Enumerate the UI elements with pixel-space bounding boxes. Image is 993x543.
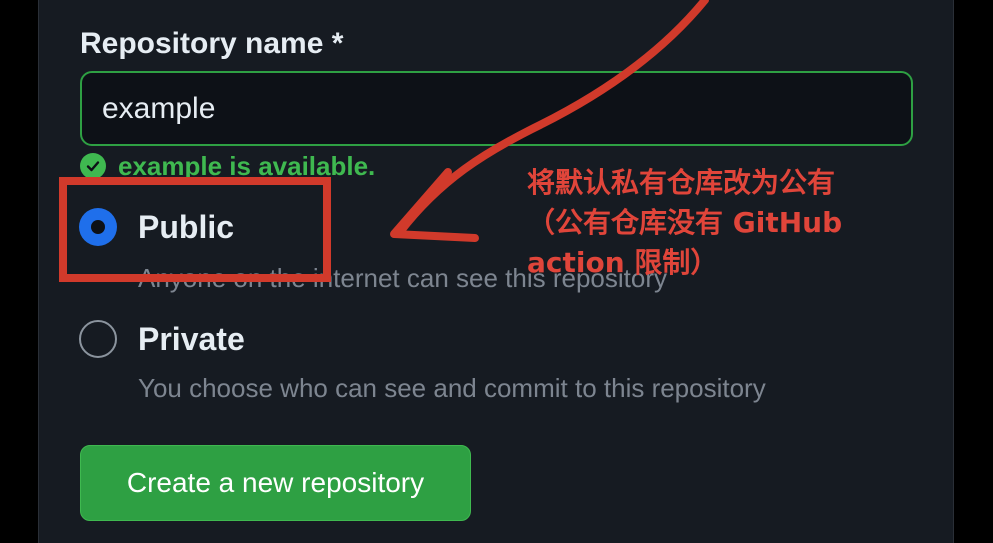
create-repository-button[interactable]: Create a new repository — [80, 445, 471, 521]
repository-name-input[interactable] — [80, 71, 913, 146]
annotation-highlight-box — [59, 177, 331, 282]
visibility-option-private[interactable]: Private — [79, 320, 245, 358]
check-circle-icon — [80, 153, 106, 179]
private-radio[interactable] — [79, 320, 117, 358]
annotation-line: action 限制） — [527, 246, 719, 279]
private-description: You choose who can see and commit to thi… — [138, 373, 766, 403]
private-label[interactable]: Private — [138, 321, 245, 358]
annotation-line: （公有仓库没有 GitHub — [527, 206, 843, 239]
annotation-note: 将默认私有仓库改为公有 （公有仓库没有 GitHub action 限制） — [527, 163, 907, 283]
repository-name-label: Repository name * — [80, 27, 344, 60]
annotation-line: 将默认私有仓库改为公有 — [527, 166, 836, 199]
